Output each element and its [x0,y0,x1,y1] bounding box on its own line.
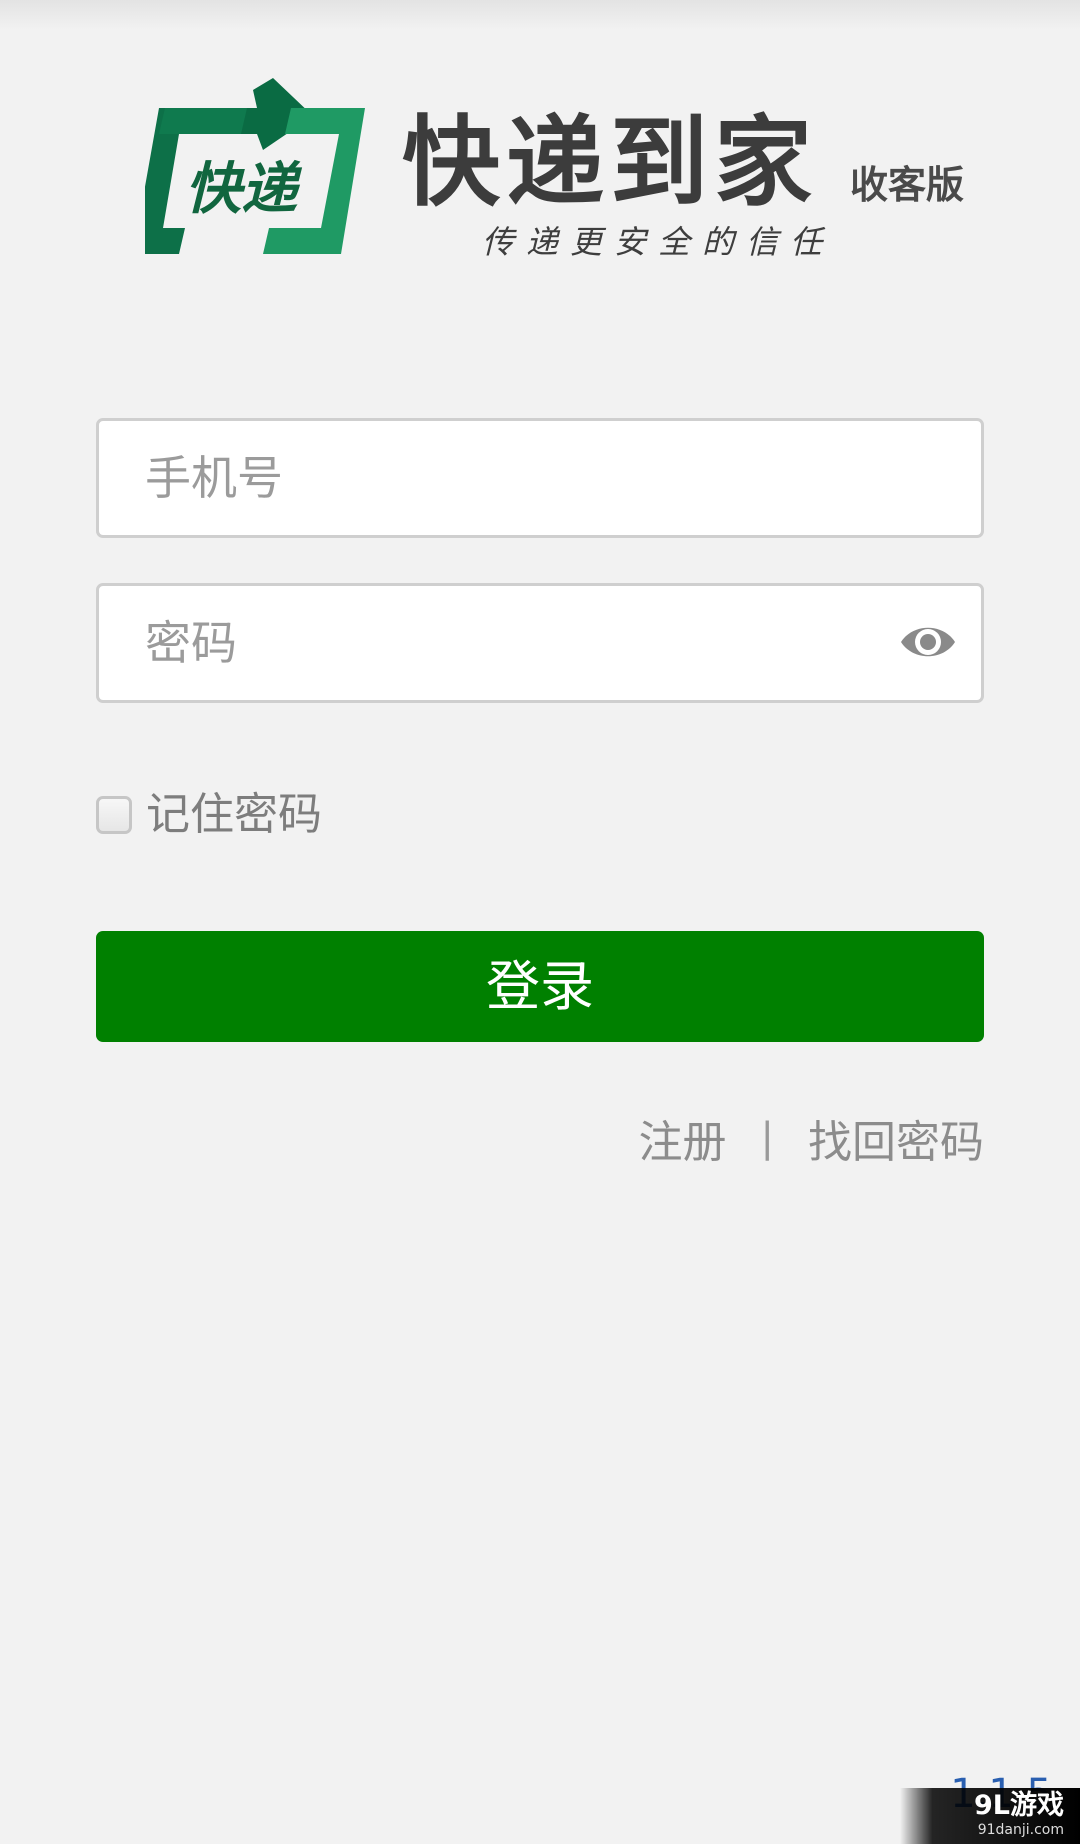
login-button[interactable]: 登录 [96,931,984,1042]
password-input[interactable] [145,586,925,700]
brand-slogan: 传递更安全的信任 [482,223,835,261]
watermark-sub: 91danji.com [977,1822,1064,1838]
account-links: 注册 | 找回密码 [639,1108,984,1168]
logo-text: 快递 [185,157,303,222]
remember-checkbox[interactable] [96,796,132,834]
recover-password-link[interactable]: 找回密码 [808,1106,984,1170]
remember-password[interactable]: 记住密码 [96,790,396,840]
link-separator: | [760,1115,774,1161]
brand-edition: 收客版 [850,163,965,207]
phone-field[interactable] [96,418,984,538]
brand-logo: 快递 [145,78,365,254]
remember-label: 记住密码 [146,789,322,840]
eye-icon[interactable] [899,619,957,665]
password-field[interactable] [96,583,984,703]
register-link[interactable]: 注册 [639,1106,727,1170]
phone-input[interactable] [145,421,925,535]
status-bar-shadow [0,0,1080,30]
brand-title: 快递到家 [402,106,819,220]
watermark: 9L游戏 91danji.com [900,1788,1080,1844]
watermark-main: 9L游戏 [974,1790,1064,1821]
